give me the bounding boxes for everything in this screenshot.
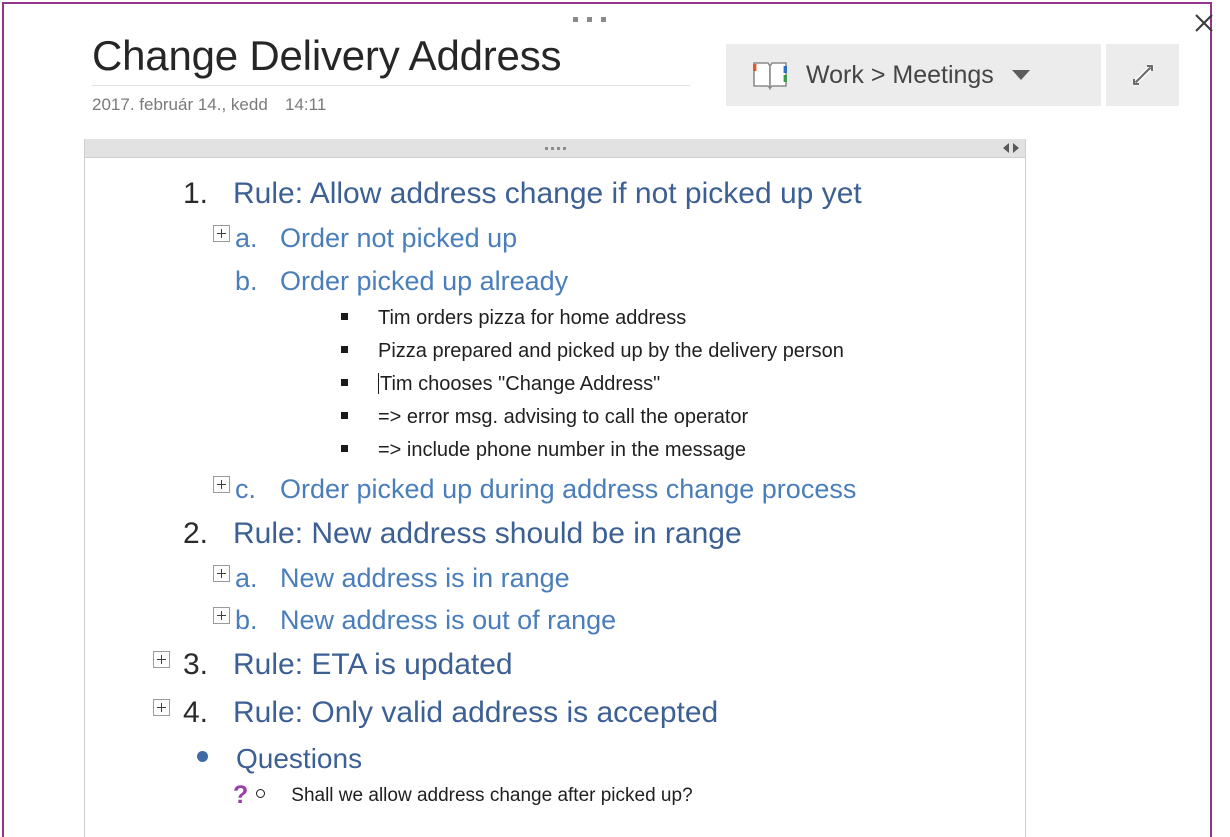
list-marker: 1.: [183, 177, 209, 210]
outline-item-label[interactable]: Order picked up during address change pr…: [280, 468, 856, 510]
expand-collapse-button[interactable]: [213, 225, 230, 243]
list-marker: a.: [235, 223, 258, 254]
drag-handle-dots-icon: [544, 146, 566, 150]
circle-bullet-icon: [256, 789, 266, 799]
close-icon: [1195, 14, 1213, 32]
outline-item-level2[interactable]: c. Order picked up during address change …: [213, 468, 1025, 510]
outline-item-questions[interactable]: Questions: [197, 736, 1025, 781]
expand-window-button[interactable]: [1106, 44, 1179, 106]
outline-item-level1[interactable]: 1. Rule: Allow address change if not pick…: [183, 170, 1025, 217]
outline-item-label[interactable]: => error msg. advising to call the opera…: [378, 401, 748, 434]
expand-collapse-button[interactable]: [213, 607, 230, 625]
outline-item-label[interactable]: Order picked up already: [280, 260, 568, 302]
dot: [600, 16, 606, 22]
list-marker: a.: [235, 563, 258, 594]
expand-diagonal-icon: [1132, 64, 1153, 86]
list-marker: b.: [235, 605, 258, 636]
expand-collapse-button[interactable]: [213, 565, 230, 583]
dot: [550, 146, 554, 150]
outline-item-label[interactable]: New address is out of range: [280, 599, 616, 641]
notebook-section-picker[interactable]: Work > Meetings: [726, 44, 1101, 106]
list-marker: b.: [235, 265, 258, 296]
list-marker: 4.: [183, 695, 209, 729]
notebook-path-label: Work > Meetings: [806, 60, 994, 89]
dot: [572, 16, 578, 22]
question-label[interactable]: Shall we allow address change after pick…: [291, 781, 692, 811]
outline-item-label[interactable]: Order not picked up: [280, 217, 517, 259]
note-outline: 1. Rule: Allow address change if not pick…: [85, 158, 1025, 836]
outline-item-level2[interactable]: b. New address is out of range: [213, 599, 1025, 641]
dot: [556, 146, 560, 150]
square-bullet-icon: [341, 445, 348, 453]
outline-item-level2[interactable]: a. New address is in range: [213, 557, 1025, 599]
square-bullet-icon: [341, 312, 348, 320]
outline-item-level3[interactable]: Tim chooses "Change Address": [341, 368, 1025, 401]
expand-collapse-button[interactable]: [153, 651, 170, 669]
outline-item-label[interactable]: Rule: Only valid address is accepted: [233, 689, 718, 736]
outline-item-label[interactable]: Tim chooses "Change Address": [380, 368, 660, 401]
chevron-down-icon: [1011, 70, 1030, 80]
page-title[interactable]: Change Delivery Address: [92, 32, 692, 79]
note-meta: 2017. február 14., kedd 14:11: [92, 95, 692, 115]
arrow-right-icon[interactable]: [1013, 143, 1019, 153]
close-button[interactable]: [1188, 8, 1220, 38]
arrow-left-icon[interactable]: [1003, 143, 1009, 153]
title-divider: [92, 85, 690, 87]
outline-item-label[interactable]: New address is in range: [280, 557, 570, 599]
outline-item-level3[interactable]: Tim orders pizza for home address: [341, 302, 1025, 335]
outline-item-label[interactable]: => include phone number in the message: [378, 434, 746, 467]
outline-item-label[interactable]: Tim orders pizza for home address: [378, 302, 686, 335]
note-time[interactable]: 14:11: [285, 95, 326, 115]
note-content-panel: 1. Rule: Allow address change if not pick…: [84, 139, 1026, 837]
panel-resize-arrows[interactable]: [1003, 143, 1019, 153]
square-bullet-icon: [341, 345, 348, 353]
expand-collapse-button[interactable]: [213, 475, 230, 493]
more-options-dots-icon[interactable]: [559, 8, 619, 30]
question-row[interactable]: ? Shall we allow address change after pic…: [233, 781, 1025, 811]
square-bullet-icon: [341, 412, 348, 420]
square-bullet-icon: [341, 378, 348, 386]
outline-item-level2[interactable]: b. Order picked up already: [235, 260, 1025, 302]
questions-heading-label[interactable]: Questions: [236, 736, 362, 781]
expand-collapse-button[interactable]: [153, 698, 170, 716]
outline-item-label[interactable]: Rule: Allow address change if not picked…: [233, 170, 862, 217]
note-date[interactable]: 2017. február 14., kedd: [92, 95, 285, 115]
dot: [586, 16, 592, 22]
outline-item-level1[interactable]: 2. Rule: New address should be in range: [183, 510, 1025, 557]
list-marker: 2.: [183, 516, 209, 550]
dot: [544, 146, 548, 150]
onenote-quick-note-window: Change Delivery Address 2017. február 14…: [0, 0, 1230, 837]
outline-item-level3[interactable]: Pizza prepared and picked up by the deli…: [341, 335, 1025, 368]
outline-item-label[interactable]: Rule: ETA is updated: [233, 641, 513, 688]
list-marker: c.: [235, 473, 257, 504]
content-drag-handle[interactable]: [85, 139, 1025, 158]
outline-item-label[interactable]: Rule: New address should be in range: [233, 510, 742, 557]
list-marker: 3.: [183, 648, 209, 682]
outline-item-label[interactable]: Pizza prepared and picked up by the deli…: [378, 335, 844, 368]
outline-item-level3[interactable]: => include phone number in the message: [341, 434, 1025, 467]
question-tag-icon[interactable]: ?: [233, 783, 248, 808]
dot: [562, 146, 566, 150]
outline-item-level1[interactable]: 3. Rule: ETA is updated: [153, 641, 1025, 688]
notebook-icon: [750, 59, 790, 91]
outline-item-level1[interactable]: 4. Rule: Only valid address is accepted: [153, 689, 1025, 736]
outline-item-level3[interactable]: => error msg. advising to call the opera…: [341, 401, 1025, 434]
round-bullet-icon: [197, 751, 208, 763]
outline-item-level2[interactable]: a. Order not picked up: [213, 217, 1025, 259]
note-header: Change Delivery Address 2017. február 14…: [92, 32, 692, 115]
text-caret: [378, 372, 379, 394]
